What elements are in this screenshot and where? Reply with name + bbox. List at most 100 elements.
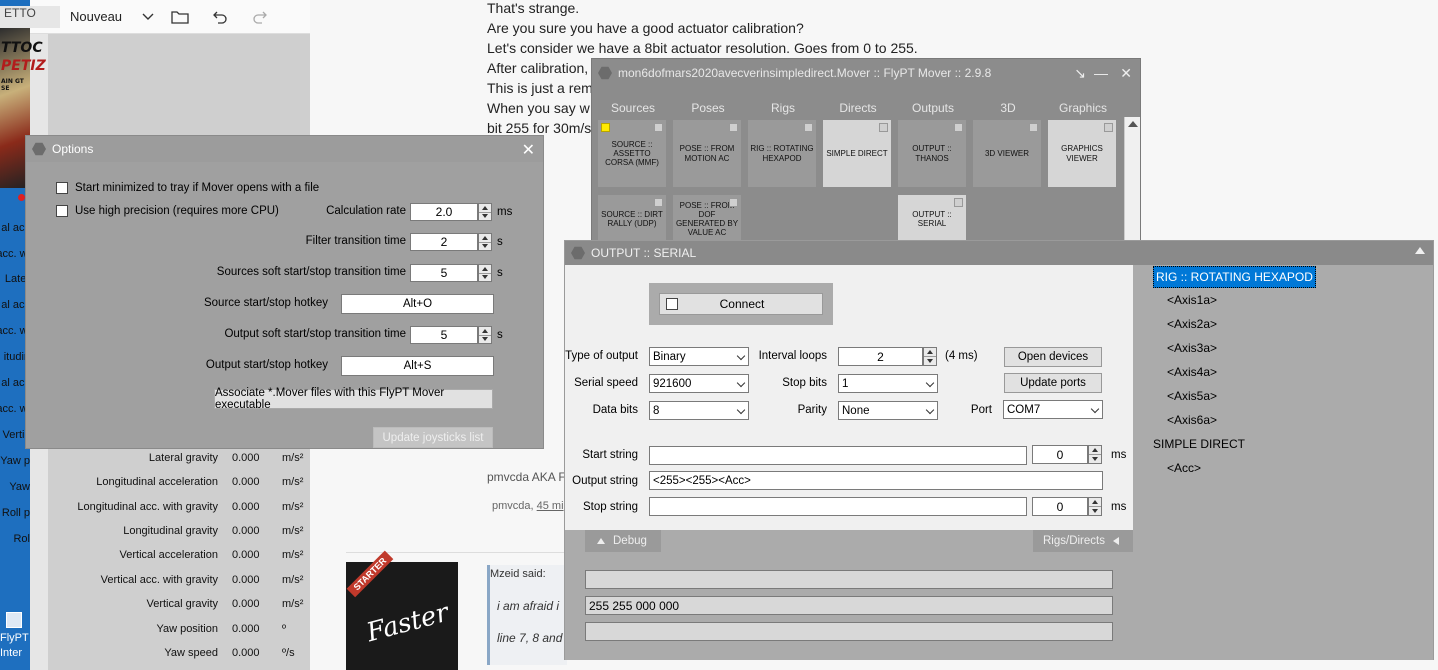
interval-loops-spinner[interactable]	[923, 347, 937, 366]
tab-outputs[interactable]: Outputs	[898, 101, 968, 115]
module-output-serial[interactable]: OUTPUT :: SERIAL	[898, 195, 966, 243]
start-string-input[interactable]	[649, 446, 1027, 465]
close-icon[interactable]: ✕	[1120, 65, 1132, 82]
rigs-directs-tree: RIG :: ROTATING HEXAPOD <Axis1a> <Axis2a…	[1133, 265, 1433, 660]
tab-rigs[interactable]: Rigs	[748, 101, 818, 115]
associate-files-button[interactable]: Associate *.Mover files with this FlyPT …	[214, 387, 493, 411]
folder-icon[interactable]	[160, 0, 200, 34]
output-hotkey-input[interactable]: Alt+S	[341, 356, 494, 376]
chevron-down-icon	[925, 378, 935, 388]
module-rig-hexapod[interactable]: RIG :: ROTATING HEXAPOD	[748, 120, 816, 187]
chevron-down-icon[interactable]	[136, 0, 160, 34]
port-select[interactable]: COM7	[1003, 400, 1103, 419]
timestamp-link[interactable]: 45 mi	[537, 500, 564, 512]
select-box[interactable]	[729, 198, 738, 207]
module-graphics-viewer[interactable]: GRAPHICS VIEWER	[1048, 120, 1116, 187]
photos-toolbar: Nouveau	[30, 0, 310, 34]
module-source-dirt-rally[interactable]: SOURCE :: DIRT RALLY (UDP)	[598, 195, 666, 243]
quote-author[interactable]: Mzeid said:	[490, 568, 546, 580]
checkbox[interactable]	[56, 182, 68, 194]
interval-loops-label: Interval loops	[758, 350, 827, 362]
module-pose-dof[interactable]: POSE :: FROM DOF GENERATED BY VALUE AC	[673, 195, 741, 243]
module-output-thanos[interactable]: OUTPUT :: THANOS	[898, 120, 966, 187]
select-box[interactable]	[954, 198, 963, 207]
start-ms-spinner[interactable]	[1088, 445, 1102, 464]
select-box[interactable]	[879, 123, 888, 132]
filter-input[interactable]: 2	[410, 233, 478, 251]
sources-soft-spinner[interactable]	[478, 264, 492, 282]
stop-string-input[interactable]	[649, 497, 1027, 516]
tree-item-direct[interactable]: SIMPLE DIRECT	[1153, 437, 1245, 451]
type-of-output-select[interactable]: Binary	[649, 347, 749, 366]
select-box[interactable]	[1029, 123, 1038, 132]
tree-item-axis[interactable]: <Axis5a>	[1167, 389, 1217, 403]
tab-sources[interactable]: Sources	[598, 101, 668, 115]
post-text: bit 255 for 30m/s	[487, 120, 592, 136]
update-joysticks-button[interactable]: Update joysticks list	[373, 427, 493, 448]
collapse-icon[interactable]	[1415, 247, 1425, 254]
output-soft-input[interactable]: 5	[410, 326, 478, 344]
stop-ms-spinner[interactable]	[1088, 497, 1102, 516]
scroll-up-icon[interactable]	[1128, 121, 1138, 127]
minimize-icon[interactable]: —	[1094, 65, 1108, 81]
tab-3d[interactable]: 3D	[973, 101, 1043, 115]
source-hotkey-input[interactable]: Alt+O	[341, 294, 494, 314]
checkbox[interactable]	[56, 205, 68, 217]
stop-bits-select[interactable]: 1	[838, 374, 938, 393]
select-box[interactable]	[654, 198, 663, 207]
serial-speed-select[interactable]: 921600	[649, 374, 749, 393]
unit-label: ms	[497, 206, 513, 218]
restore-icon[interactable]: ↘	[1074, 65, 1086, 82]
undo-icon[interactable]	[200, 0, 240, 34]
tree-item-axis[interactable]: <Axis3a>	[1167, 341, 1217, 355]
calc-rate-input[interactable]: 2.0	[410, 203, 478, 221]
calc-rate-spinner[interactable]	[478, 203, 492, 221]
connect-button[interactable]: Connect	[659, 293, 823, 315]
sources-soft-input[interactable]: 5	[410, 264, 478, 282]
tree-item-axis[interactable]: <Axis1a>	[1167, 293, 1217, 307]
select-box[interactable]	[804, 123, 813, 132]
tree-item-rig[interactable]: RIG :: ROTATING HEXAPOD	[1153, 266, 1316, 288]
tree-item-axis[interactable]: <Axis4a>	[1167, 365, 1217, 379]
title-bar[interactable]: mon6dofmars2020avecverinsimpledirect.Mov…	[592, 59, 1140, 87]
post-author[interactable]: pmvcda AKA F	[487, 470, 566, 484]
stop-ms-input[interactable]: 0	[1032, 497, 1088, 516]
select-box[interactable]	[954, 123, 963, 132]
module-simple-direct[interactable]: SIMPLE DIRECT	[823, 120, 891, 187]
tree-item-axis[interactable]: <Axis2a>	[1167, 317, 1217, 331]
start-minimized-checkbox[interactable]: Start minimized to tray if Mover opens w…	[56, 182, 319, 194]
data-bits-select[interactable]: 8	[649, 401, 749, 420]
expand-up-icon	[597, 538, 605, 544]
tree-item-axis[interactable]: <Axis6a>	[1167, 413, 1217, 427]
title-bar[interactable]: Options	[26, 136, 543, 162]
update-ports-button[interactable]: Update ports	[1004, 373, 1102, 393]
scrollbar[interactable]	[1124, 117, 1140, 243]
select-box[interactable]	[654, 123, 663, 132]
parity-select[interactable]: None	[838, 401, 938, 420]
module-pose-motion-ac[interactable]: POSE :: FROM MOTION AC	[673, 120, 741, 187]
tab-debug[interactable]: Debug	[585, 530, 661, 552]
select-box[interactable]	[1104, 123, 1113, 132]
tab-etto[interactable]: ETTO	[0, 6, 60, 28]
close-icon[interactable]: ✕	[522, 140, 535, 160]
tab-poses[interactable]: Poses	[673, 101, 743, 115]
redo-icon[interactable]	[240, 0, 280, 34]
high-precision-checkbox[interactable]: Use high precision (requires more CPU)	[56, 205, 279, 217]
output-soft-spinner[interactable]	[478, 326, 492, 344]
tab-rigs-directs[interactable]: Rigs/Directs	[1033, 530, 1133, 552]
select-box[interactable]	[729, 123, 738, 132]
interval-loops-input[interactable]: 2	[838, 347, 923, 366]
module-3d-viewer[interactable]: 3D VIEWER	[973, 120, 1041, 187]
title-bar[interactable]: OUTPUT :: SERIAL	[565, 241, 1433, 265]
collapse-left-icon	[1112, 537, 1119, 545]
open-devices-button[interactable]: Open devices	[1004, 347, 1102, 367]
tab-graphics[interactable]: Graphics	[1048, 101, 1118, 115]
output-string-input[interactable]: <255><255><Acc>	[649, 471, 1103, 490]
app-icon[interactable]	[6, 612, 22, 628]
tree-item-acc[interactable]: <Acc>	[1167, 461, 1201, 475]
start-ms-input[interactable]: 0	[1032, 445, 1088, 464]
module-source-assetto[interactable]: SOURCE :: ASSETTO CORSA (MMF)	[598, 120, 666, 187]
filter-spinner[interactable]	[478, 233, 492, 251]
tab-directs[interactable]: Directs	[823, 101, 893, 115]
new-button[interactable]: Nouveau	[70, 0, 136, 34]
